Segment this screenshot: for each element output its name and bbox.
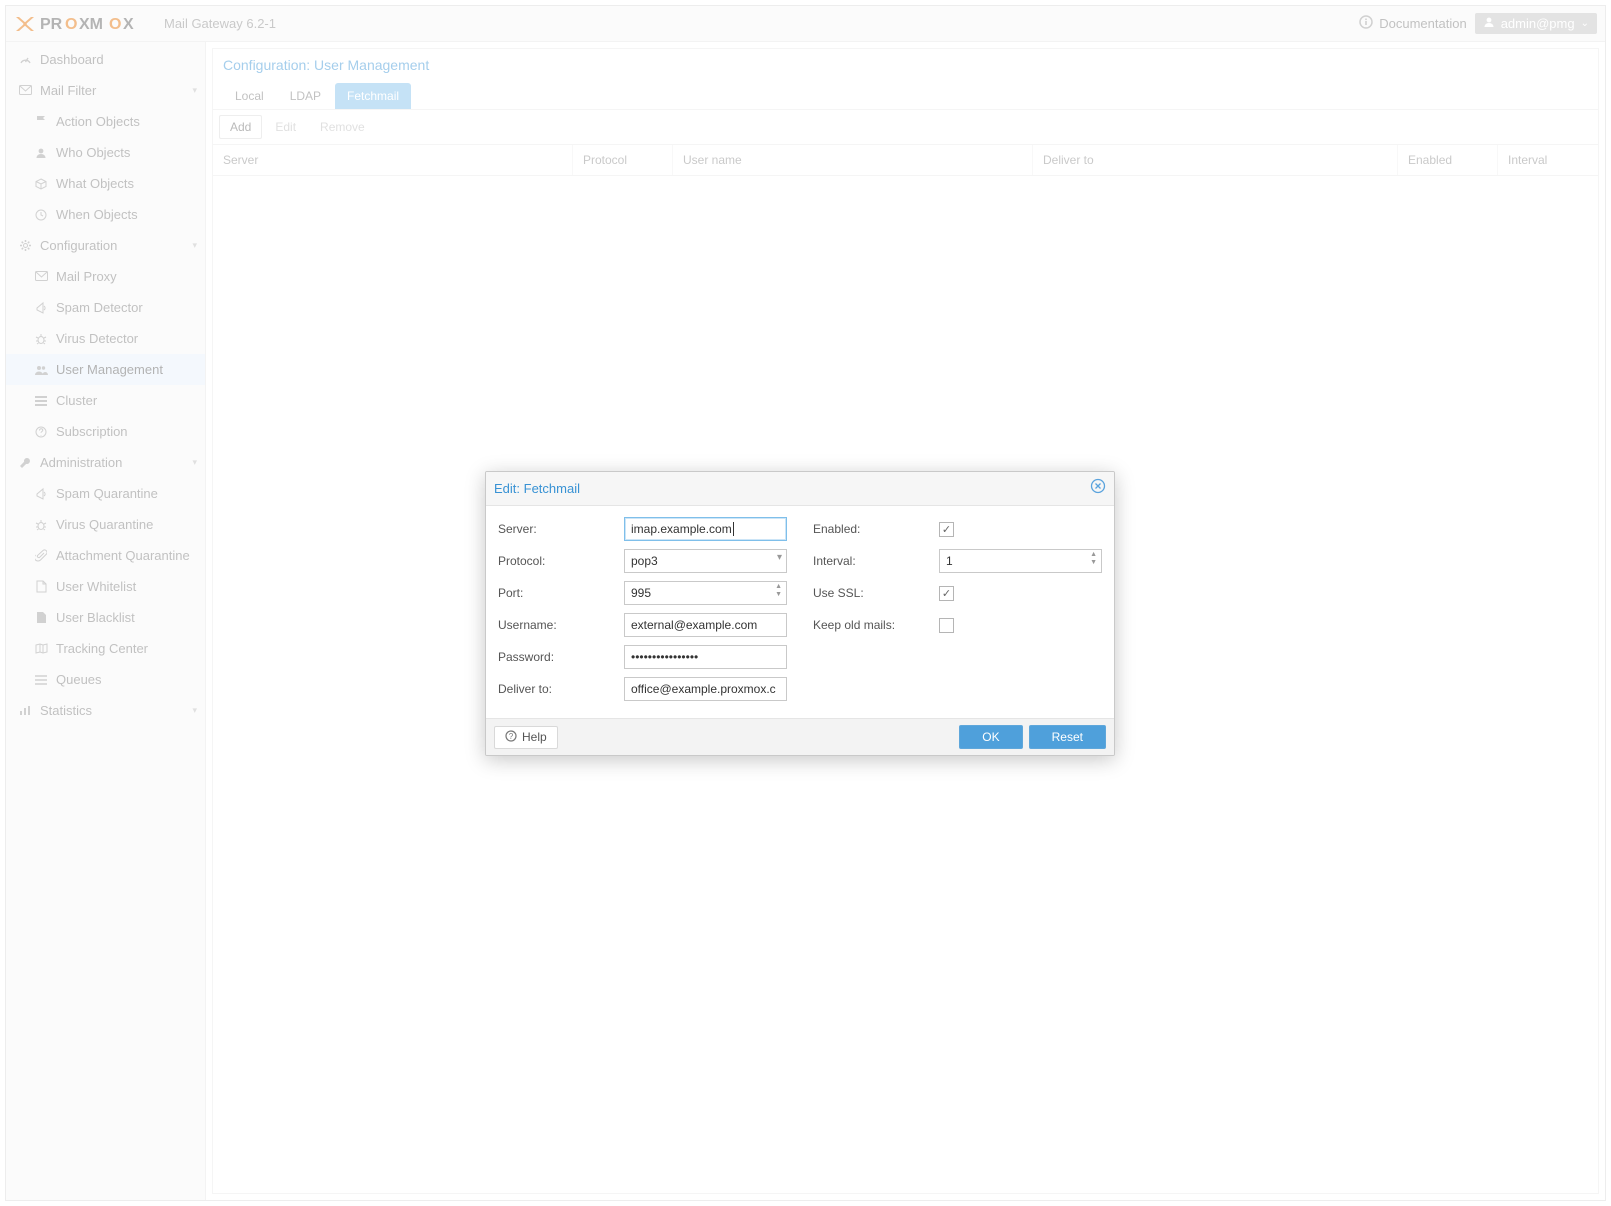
username-label: Username: <box>498 618 624 632</box>
interval-label: Interval: <box>813 554 939 568</box>
server-label: Server: <box>498 522 624 536</box>
enabled-checkbox[interactable]: ✓ <box>939 522 954 537</box>
server-input[interactable]: imap.example.com <box>624 517 787 541</box>
keep-label: Keep old mails: <box>813 618 939 632</box>
ssl-label: Use SSL: <box>813 586 939 600</box>
ssl-checkbox[interactable]: ✓ <box>939 586 954 601</box>
deliver-value: office@example.proxmox.c <box>631 682 780 696</box>
ok-button[interactable]: OK <box>959 725 1022 749</box>
close-icon[interactable] <box>1090 478 1106 499</box>
help-label: Help <box>522 730 547 744</box>
port-value: 995 <box>631 586 651 600</box>
server-value: imap.example.com <box>631 522 732 536</box>
password-input[interactable]: •••••••••••••••• <box>624 645 787 669</box>
password-label: Password: <box>498 650 624 664</box>
reset-button[interactable]: Reset <box>1029 725 1106 749</box>
interval-value: 1 <box>946 554 953 568</box>
deliver-label: Deliver to: <box>498 682 624 696</box>
username-value: external@example.com <box>631 618 757 632</box>
port-input[interactable]: 995 ▲▼ <box>624 581 787 605</box>
enabled-label: Enabled: <box>813 522 939 536</box>
protocol-select[interactable]: pop3 ▾ <box>624 549 787 573</box>
port-label: Port: <box>498 586 624 600</box>
password-value: •••••••••••••••• <box>631 650 698 664</box>
interval-input[interactable]: 1 ▲▼ <box>939 549 1102 573</box>
chevron-down-icon: ▾ <box>777 553 782 563</box>
protocol-value: pop3 <box>631 554 658 568</box>
svg-text:?: ? <box>509 732 514 741</box>
spinner-icon: ▲▼ <box>775 583 782 599</box>
dialog-title: Edit: Fetchmail <box>494 481 580 496</box>
spinner-icon: ▲▼ <box>1090 551 1097 567</box>
username-input[interactable]: external@example.com <box>624 613 787 637</box>
question-icon: ? <box>505 730 517 745</box>
keep-checkbox[interactable] <box>939 618 954 633</box>
protocol-label: Protocol: <box>498 554 624 568</box>
deliver-input[interactable]: office@example.proxmox.c <box>624 677 787 701</box>
edit-fetchmail-dialog: Edit: Fetchmail Server: imap.example.com… <box>485 471 1115 756</box>
help-button[interactable]: ? Help <box>494 726 558 749</box>
